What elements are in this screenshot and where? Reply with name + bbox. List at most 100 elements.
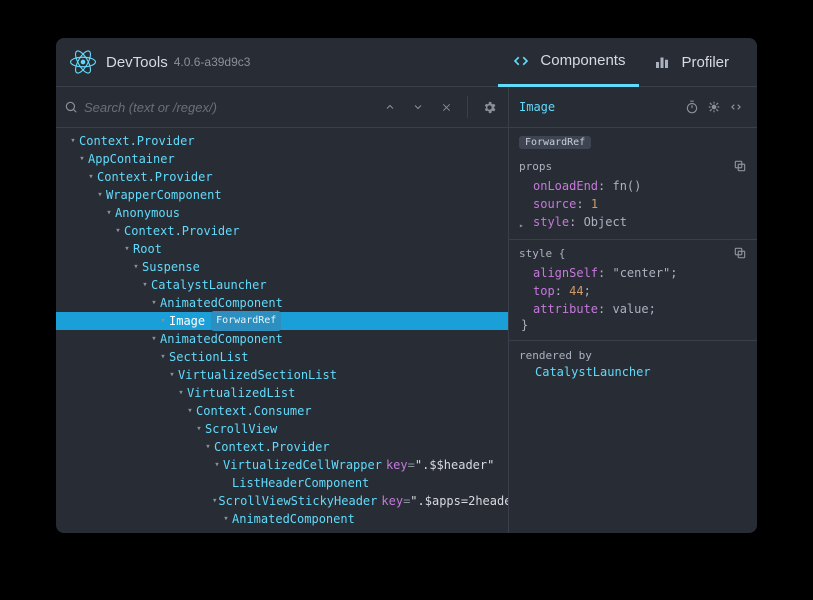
expand-arrow-icon[interactable]: ▾ xyxy=(221,510,231,528)
tree-node[interactable]: ▾Anonymous xyxy=(56,204,508,222)
prop-row[interactable]: attribute: value; xyxy=(519,300,747,318)
prop-value[interactable]: "center" xyxy=(612,266,670,280)
devtools-window: DevTools 4.0.6-a39d9c3 Components Profil… xyxy=(56,38,757,533)
copy-icon[interactable] xyxy=(733,246,747,260)
search-icon xyxy=(64,100,78,114)
prop-value[interactable]: Object xyxy=(584,215,627,229)
expand-arrow-icon[interactable]: ▾ xyxy=(131,258,141,276)
view-source-button[interactable] xyxy=(725,96,747,118)
bar-chart-icon xyxy=(653,53,671,71)
prop-row[interactable]: source: 1 xyxy=(519,195,747,213)
tree-node[interactable]: ▾WrapperComponent xyxy=(56,186,508,204)
expand-arrow-icon[interactable]: ▾ xyxy=(140,276,150,294)
tree-node[interactable]: ▾SectionList xyxy=(56,348,508,366)
component-name: ListHeaderComponent xyxy=(232,474,369,492)
gear-icon xyxy=(482,100,497,115)
tree-node[interactable]: ▾Context.Provider xyxy=(56,222,508,240)
expand-arrow-icon[interactable]: ▾ xyxy=(194,420,204,438)
tree-node[interactable]: ▾Context.Consumer xyxy=(56,402,508,420)
component-name: VirtualizedSectionList xyxy=(178,366,337,384)
expand-arrow-icon[interactable]: ▾ xyxy=(86,168,96,186)
expand-arrow-icon[interactable]: ▾ xyxy=(212,492,217,510)
expand-arrow-icon[interactable]: ▾ xyxy=(158,312,168,330)
prop-name: top xyxy=(533,284,555,298)
clear-search-button[interactable] xyxy=(435,96,457,118)
expand-arrow-icon[interactable]: ▾ xyxy=(104,204,114,222)
expand-arrow-icon[interactable]: ▾ xyxy=(185,402,195,420)
component-name: Context.Provider xyxy=(97,168,213,186)
search-input[interactable] xyxy=(84,100,373,115)
prev-match-button[interactable] xyxy=(379,96,401,118)
component-tree[interactable]: ▾Context.Provider▾AppContainer▾Context.P… xyxy=(56,128,508,533)
component-name: ScrollView xyxy=(205,420,277,438)
separator xyxy=(467,96,468,118)
tree-node[interactable]: ▾AnimatedComponent xyxy=(56,330,508,348)
expand-arrow-icon[interactable]: ▾ xyxy=(113,222,123,240)
component-name: SectionList xyxy=(169,348,248,366)
tree-node[interactable]: ▾Context.Provider xyxy=(56,168,508,186)
tab-profiler[interactable]: Profiler xyxy=(639,38,743,87)
tree-node[interactable]: ▾Context.Provider xyxy=(56,438,508,456)
tree-node[interactable]: ▾ScrollViewStickyHeaderkey=".$apps=2head… xyxy=(56,492,508,510)
selected-component-name: Image xyxy=(519,100,681,114)
tree-node[interactable]: ▾VirtualizedCellWrapperkey=".$$header" xyxy=(56,456,508,474)
tab-label: Components xyxy=(540,52,625,69)
rendered-by-link[interactable]: CatalystLauncher xyxy=(519,362,747,382)
tree-node[interactable]: ▾ImageForwardRef xyxy=(56,312,508,330)
expand-arrow-icon[interactable]: ▾ xyxy=(122,240,132,258)
expand-arrow-icon[interactable]: ▾ xyxy=(68,132,78,150)
suspend-button[interactable] xyxy=(681,96,703,118)
tree-node[interactable]: ▾CatalystLauncher xyxy=(56,276,508,294)
component-name: Context.Provider xyxy=(79,132,195,150)
expand-arrow-icon[interactable]: ▾ xyxy=(95,186,105,204)
expand-arrow-icon[interactable]: ▾ xyxy=(212,456,222,474)
component-name: Context.Provider xyxy=(124,222,240,240)
tree-node[interactable]: ▾Root xyxy=(56,240,508,258)
copy-icon[interactable] xyxy=(733,159,747,173)
expand-arrow-icon[interactable]: ▾ xyxy=(77,150,87,168)
tree-node[interactable]: ▾AppContainer xyxy=(56,150,508,168)
component-name: VirtualizedList xyxy=(187,384,295,402)
component-name: Context.Consumer xyxy=(196,402,312,420)
prop-row[interactable]: alignSelf: "center"; xyxy=(519,264,747,282)
inspector-header: Image xyxy=(509,87,757,128)
code-icon xyxy=(512,52,530,70)
settings-button[interactable] xyxy=(478,96,500,118)
tree-node[interactable]: ListHeaderComponent xyxy=(56,474,508,492)
expand-arrow-icon[interactable]: ▾ xyxy=(176,384,186,402)
stopwatch-icon xyxy=(685,100,699,114)
component-name: Suspense xyxy=(142,258,200,276)
closing-brace: } xyxy=(519,318,747,332)
inspect-dom-button[interactable] xyxy=(703,96,725,118)
expand-arrow-icon[interactable]: ▾ xyxy=(167,366,177,384)
next-match-button[interactable] xyxy=(407,96,429,118)
search-row xyxy=(56,87,508,128)
expand-arrow-icon[interactable]: ▾ xyxy=(149,330,159,348)
tree-node[interactable]: ▾Suspense xyxy=(56,258,508,276)
tree-node[interactable]: ▾ScrollView xyxy=(56,420,508,438)
tree-node[interactable]: ▾AnimatedComponent xyxy=(56,510,508,528)
prop-value[interactable]: fn() xyxy=(612,179,641,193)
prop-row[interactable]: ▸style: Object xyxy=(519,213,747,231)
prop-row[interactable]: onLoadEnd: fn() xyxy=(519,177,747,195)
tree-node[interactable]: ▾VirtualizedSectionList xyxy=(56,366,508,384)
tab-components[interactable]: Components xyxy=(498,38,639,87)
expand-arrow-icon[interactable]: ▾ xyxy=(203,438,213,456)
expand-arrow-icon[interactable]: ▾ xyxy=(158,348,168,366)
expand-triangle-icon[interactable]: ▸ xyxy=(519,217,524,235)
prop-value[interactable]: value xyxy=(612,302,648,316)
tab-label: Profiler xyxy=(681,54,729,71)
prop-value[interactable]: 44 xyxy=(569,284,583,298)
tree-node[interactable]: ▾AnimatedComponent xyxy=(56,294,508,312)
style-section: style { alignSelf: "center";top: 44;attr… xyxy=(509,240,757,341)
prop-name: style xyxy=(533,215,569,229)
prop-row[interactable]: top: 44; xyxy=(519,282,747,300)
inspector-detail: ForwardRef props onLoadEnd: fn()source: … xyxy=(509,128,757,533)
key-label: key xyxy=(386,456,408,474)
chevron-down-icon xyxy=(412,101,424,113)
rendered-by-section: rendered by CatalystLauncher xyxy=(509,341,757,390)
prop-value[interactable]: 1 xyxy=(591,197,598,211)
tree-node[interactable]: ▾Context.Provider xyxy=(56,132,508,150)
tree-node[interactable]: ▾VirtualizedList xyxy=(56,384,508,402)
expand-arrow-icon[interactable]: ▾ xyxy=(149,294,159,312)
